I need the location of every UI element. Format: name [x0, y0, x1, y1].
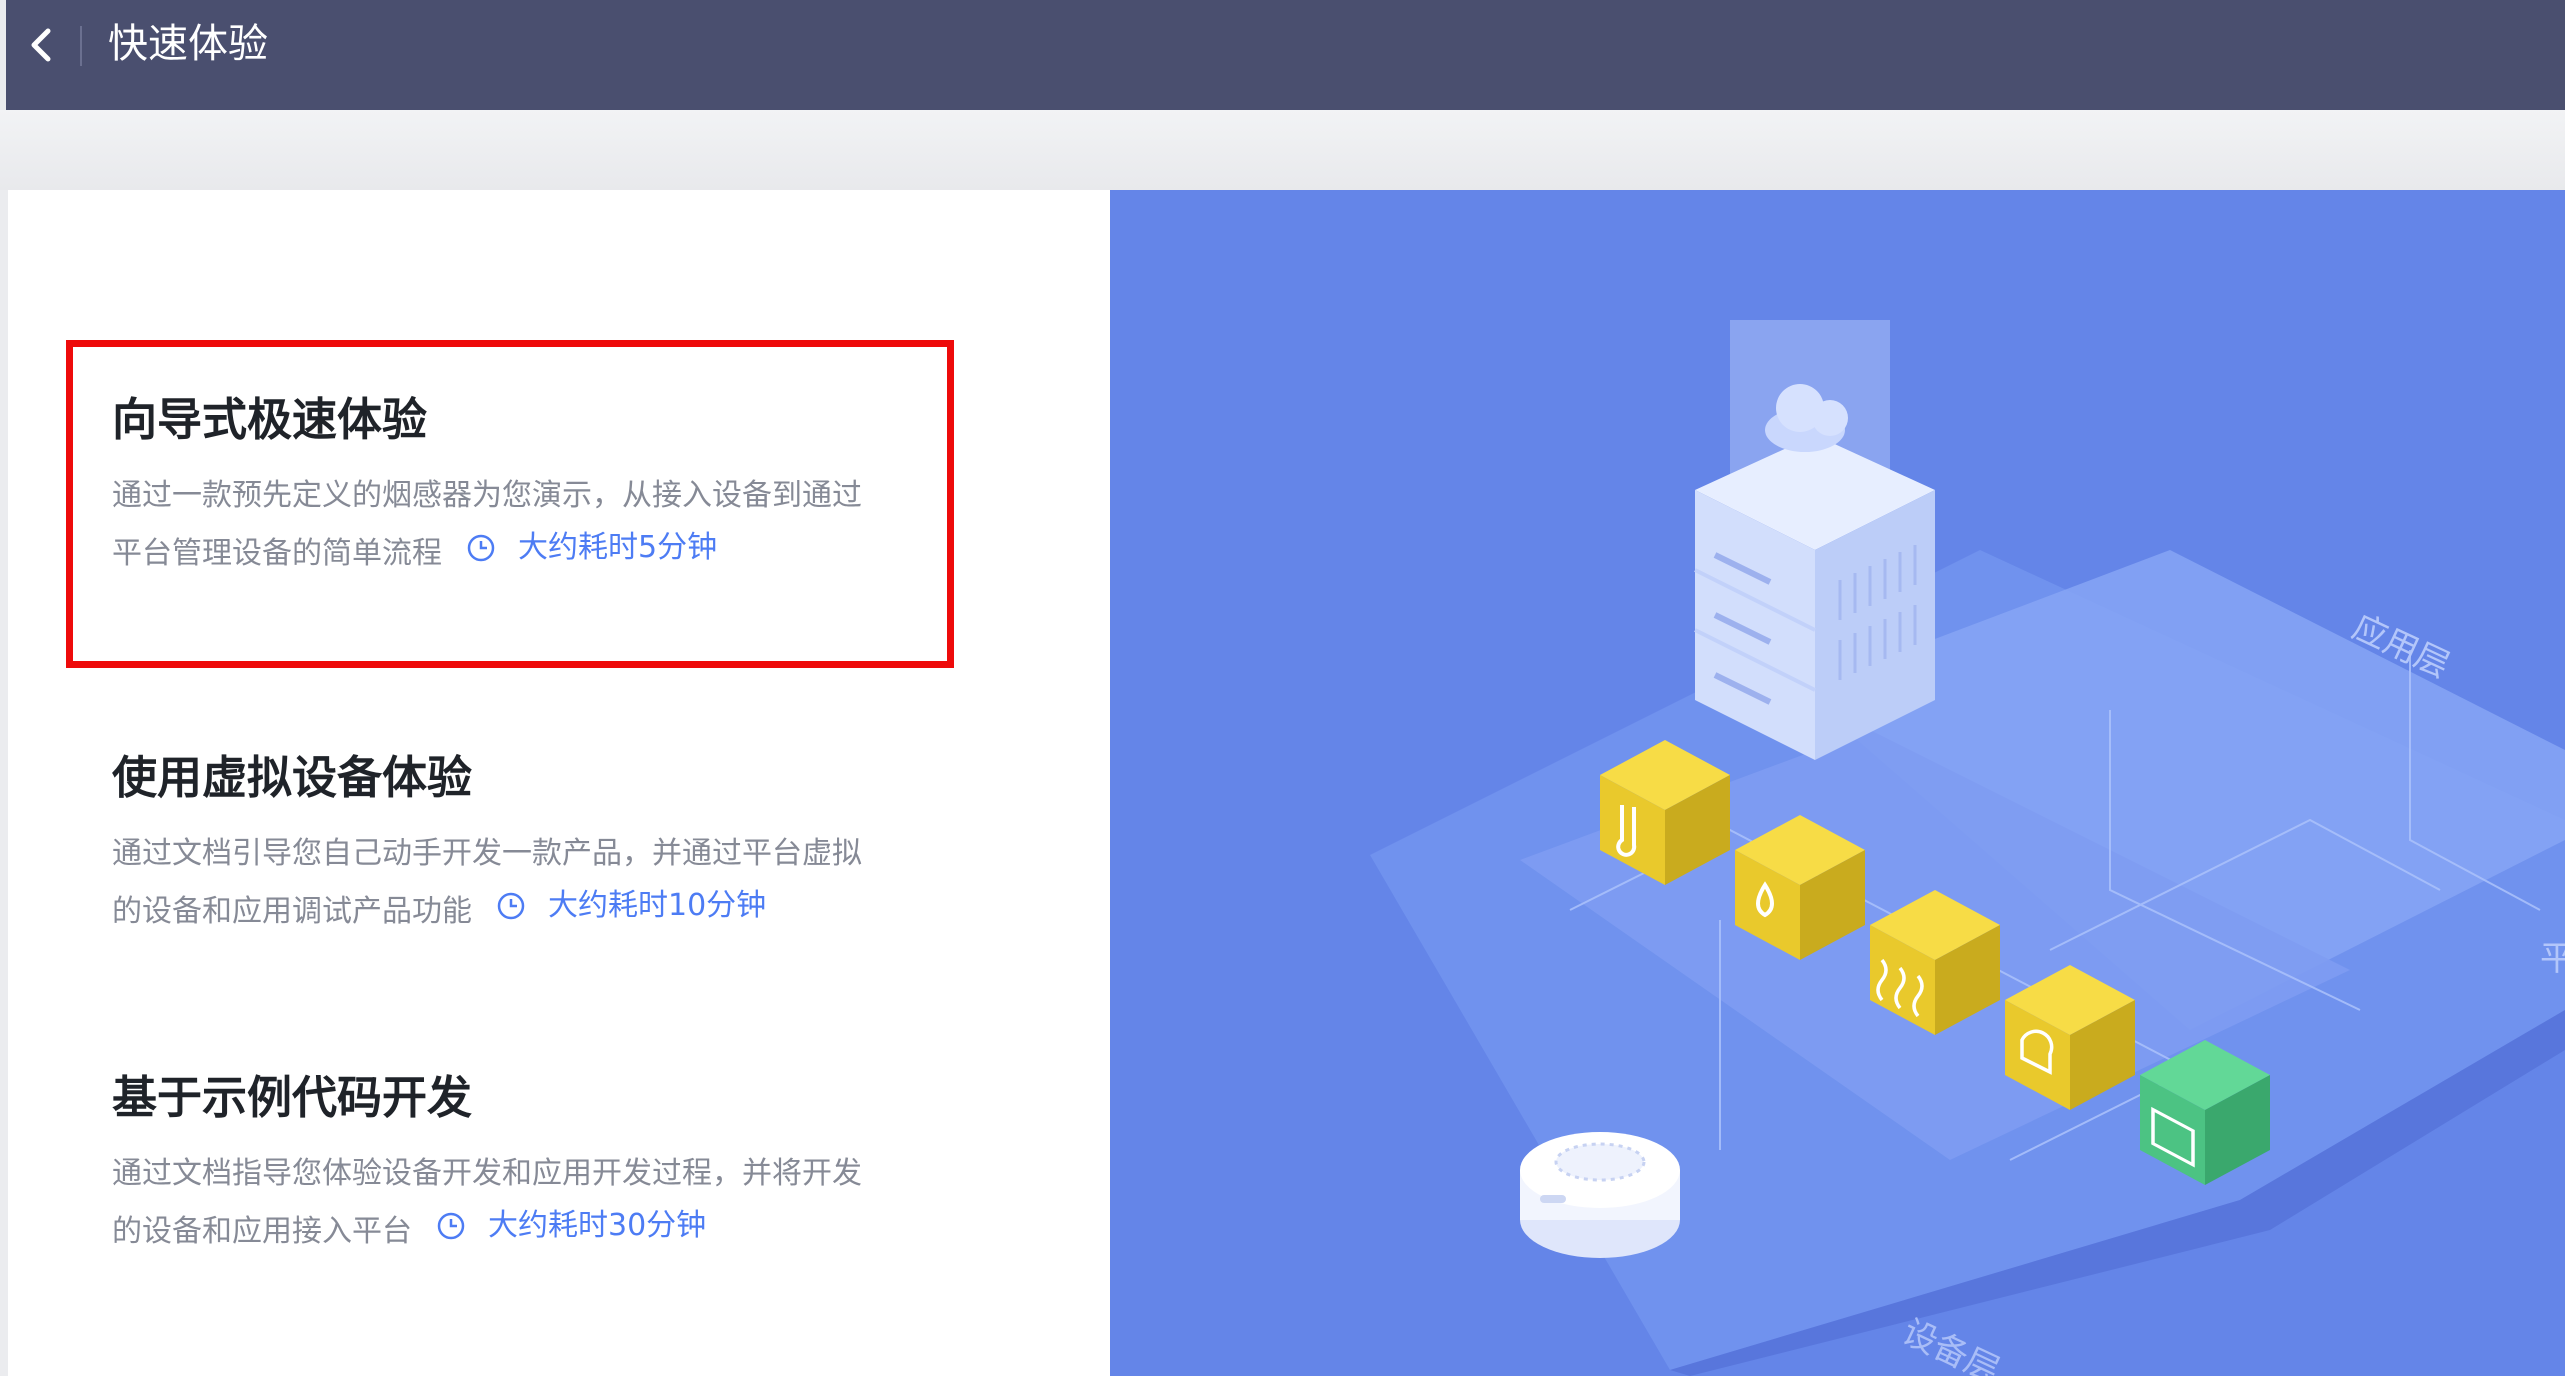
option-virtual-device[interactable]: 使用虚拟设备体验 通过文档引导您自己动手开发一款产品，并通过平台虚拟的设备和应用…	[112, 746, 972, 938]
header-divider	[80, 26, 82, 66]
option-title: 基于示例代码开发	[112, 1071, 473, 1124]
page-background-band	[0, 110, 2565, 190]
selection-highlight-box	[66, 340, 954, 668]
iot-illustration-svg: 应用层 设备层 平	[1370, 320, 2565, 1376]
top-bar: 快速体验	[6, 0, 2565, 110]
option-description: 通过文档指导您体验设备开发和应用开发过程，并将开发的设备和应用接入平台 大约耗时3…	[112, 1148, 882, 1258]
iot-illustration: 应用层 设备层 平	[1110, 190, 2565, 1376]
time-estimate: 大约耗时10分钟	[496, 880, 766, 932]
smoke-detector-icon	[1520, 1132, 1680, 1258]
time-estimate: 大约耗时30分钟	[436, 1200, 706, 1252]
device-layer-label: 设备层	[1896, 1312, 2005, 1376]
back-button[interactable]	[16, 20, 66, 70]
chevron-left-icon	[31, 28, 51, 62]
clock-icon	[437, 1212, 465, 1240]
clock-icon	[497, 892, 525, 920]
platform-layer-label: 平	[2540, 939, 2565, 979]
option-description: 通过文档引导您自己动手开发一款产品，并通过平台虚拟的设备和应用调试产品功能 大约耗…	[112, 828, 882, 938]
option-sample-code[interactable]: 基于示例代码开发 通过文档指导您体验设备开发和应用开发过程，并将开发的设备和应用…	[112, 1066, 972, 1258]
option-title: 使用虚拟设备体验	[112, 751, 473, 804]
page-title: 快速体验	[108, 21, 268, 67]
server-icon	[1694, 435, 1935, 760]
